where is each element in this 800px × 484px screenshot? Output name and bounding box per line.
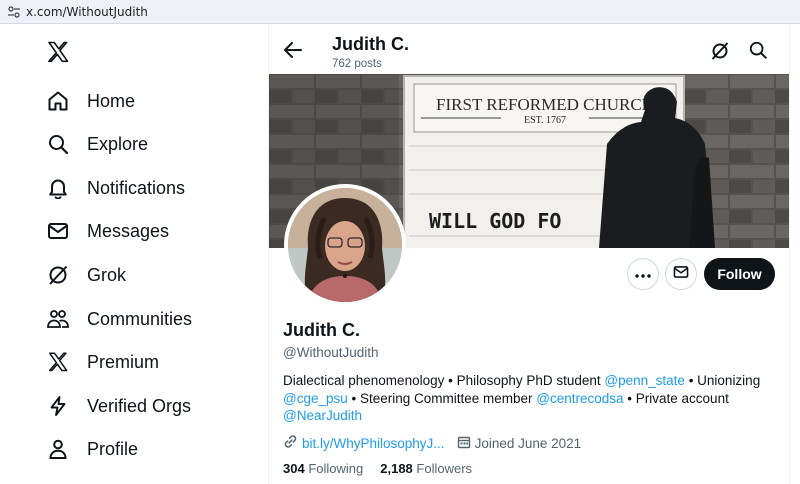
sidebar-item-premium[interactable]: Premium	[46, 347, 159, 377]
banner-sign-line-3: WILL GOD FO	[429, 209, 561, 233]
bio-mention-cge-psu[interactable]: @cge_psu	[283, 391, 348, 406]
sidebar-item-home[interactable]: Home	[46, 86, 135, 116]
profile-meta: bit.ly/WhyPhilosophyJ... Joined June 202…	[283, 433, 581, 453]
search-icon	[46, 132, 70, 156]
grok-icon	[46, 263, 70, 287]
sidebar-item-label: Verified Orgs	[87, 395, 192, 416]
following-link[interactable]: 304 Following	[283, 461, 363, 476]
profile-handle: @WithoutJudith	[283, 345, 379, 360]
sidebar-item-label: Grok	[87, 264, 127, 285]
bio-text: Dialectical phenomenology • Philosophy P…	[283, 373, 605, 388]
sidebar-item-label: Profile	[87, 438, 139, 459]
following-count: 304	[283, 461, 305, 476]
bio-text: • Steering Committee member	[347, 390, 537, 406]
sidebar-item-label: Communities	[87, 308, 193, 329]
sidebar-item-notifications[interactable]: Notifications	[46, 173, 185, 203]
person-icon	[46, 437, 70, 461]
communities-icon	[46, 307, 70, 331]
more-dots-icon	[635, 265, 651, 283]
calendar-icon	[457, 435, 471, 452]
message-button[interactable]	[665, 258, 697, 290]
envelope-icon	[673, 265, 689, 284]
x-premium-icon	[46, 350, 70, 374]
x-logo-icon[interactable]	[46, 40, 72, 66]
back-arrow-icon[interactable]	[281, 38, 305, 62]
banner-sign-line-1: FIRST REFORMED CHURCH	[436, 95, 654, 114]
header-post-count: 762 posts	[332, 58, 382, 70]
home-icon	[46, 89, 70, 113]
browser-url-bar[interactable]: x.com/WithoutJudith	[0, 0, 800, 24]
sidebar-nav: Home Explore Notifications Messages Grok…	[0, 24, 268, 484]
sidebar-item-communities[interactable]: Communities	[46, 304, 192, 334]
sidebar-item-explore[interactable]: Explore	[46, 129, 148, 159]
sidebar-item-label: Premium	[87, 351, 160, 372]
bio-text: • Unionizing	[684, 373, 761, 388]
envelope-icon	[46, 219, 70, 243]
grok-icon[interactable]	[709, 40, 731, 62]
sidebar-item-messages[interactable]: Messages	[46, 216, 169, 246]
joined-date: Joined June 2021	[474, 435, 582, 451]
banner-sign-line-2: EST. 1767	[524, 115, 566, 126]
bell-icon	[46, 176, 70, 200]
bio-text: • Private account	[623, 390, 729, 406]
followers-link[interactable]: 2,188 Followers	[380, 461, 472, 476]
follow-button[interactable]: Follow	[704, 258, 775, 290]
profile-column: Judith C. 762 posts FIRST REFORMED CHURC	[268, 24, 790, 484]
sidebar-item-label: Notifications	[87, 177, 186, 198]
followers-count: 2,188	[380, 461, 413, 476]
followers-label: Followers	[416, 461, 473, 476]
site-settings-icon[interactable]	[6, 4, 22, 20]
profile-bio: Dialectical phenomenology • Philosophy P…	[283, 372, 783, 425]
following-label: Following	[308, 461, 364, 476]
sidebar-item-label: Home	[87, 90, 136, 111]
bio-mention-penn-state[interactable]: @penn_state	[604, 373, 685, 388]
profile-name: Judith C.	[283, 320, 360, 340]
header-name: Judith C.	[332, 34, 409, 54]
bio-mention-nearjudith[interactable]: @NearJudith	[283, 408, 362, 423]
url-text[interactable]: x.com/WithoutJudith	[26, 5, 148, 19]
sidebar-item-label: Explore	[87, 133, 149, 154]
profile-follow-stats: 304 Following 2,188 Followers	[283, 461, 472, 476]
lightning-icon	[46, 394, 70, 418]
profile-website-link[interactable]: bit.ly/WhyPhilosophyJ...	[302, 436, 445, 451]
profile-header-bar: Judith C. 762 posts	[269, 24, 789, 74]
more-options-button[interactable]	[627, 258, 659, 290]
sidebar-item-verified-orgs[interactable]: Verified Orgs	[46, 391, 191, 421]
profile-avatar[interactable]	[284, 184, 406, 306]
search-icon[interactable]	[748, 40, 770, 62]
sidebar-item-grok[interactable]: Grok	[46, 260, 126, 290]
sidebar-item-profile[interactable]: Profile	[46, 434, 138, 464]
bio-mention-centrecodsa[interactable]: @centrecodsa	[536, 391, 623, 406]
sidebar-item-label: Messages	[87, 220, 170, 241]
link-icon	[283, 434, 298, 452]
